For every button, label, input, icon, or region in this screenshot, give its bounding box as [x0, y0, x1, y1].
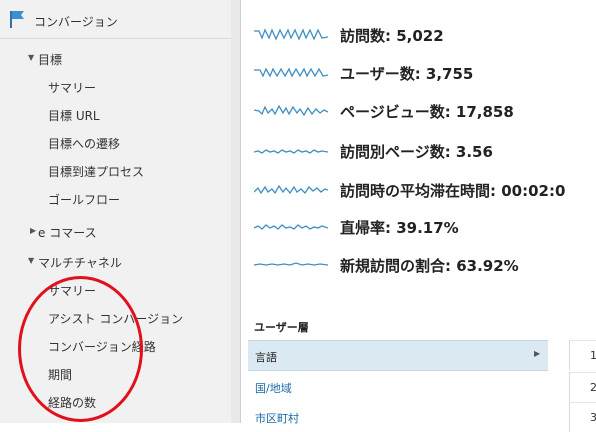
- sidebar-item-ecommerce[interactable]: e コマース: [38, 224, 97, 241]
- metric-users[interactable]: ユーザー数: 3,755: [241, 55, 596, 91]
- sidebar-item-multichannel[interactable]: マルチチャネル: [38, 254, 122, 271]
- sidebar-resize-gutter[interactable]: [231, 0, 241, 423]
- overview-panel: 訪問数: 5,022 ユーザー数: 3,755 ページビュー数: 17,858 …: [241, 0, 596, 432]
- sparkline-icon: [254, 104, 328, 117]
- table-cell-value: 2: [569, 372, 596, 402]
- metric-pageviews-label: ページビュー数: 17,858: [340, 103, 514, 121]
- metric-bounce-rate-label: 直帰率: 39.17%: [340, 219, 459, 237]
- metric-new-visits-label: 新規訪問の割合: 63.92%: [340, 257, 519, 275]
- table-cell-value: 3: [569, 402, 596, 432]
- flag-icon: [10, 11, 24, 28]
- metric-new-visits[interactable]: 新規訪問の割合: 63.92%: [241, 247, 596, 283]
- metric-avg-duration[interactable]: 訪問時の平均滞在時間: 00:02:0: [241, 172, 596, 208]
- table-cell-value: 1: [569, 340, 596, 370]
- segment-row-label: 言語: [255, 351, 277, 364]
- segment-row-language[interactable]: 言語 ▶: [248, 340, 548, 371]
- sidebar-item-goal-flow[interactable]: ゴールフロー: [48, 191, 120, 208]
- highlight-ellipse-annotation: [18, 276, 143, 422]
- metric-visits-label: 訪問数: 5,022: [340, 27, 444, 45]
- sparkline-icon: [254, 28, 328, 41]
- left-sidebar: コンバージョン ▼ 目標 サマリー 目標 URL 目標への遷移 目標到達プロセス…: [0, 0, 232, 423]
- sparkline-icon: [254, 149, 328, 154]
- segment-row-city[interactable]: 市区町村: [248, 402, 548, 431]
- expand-triangle-icon[interactable]: ▼: [28, 53, 34, 62]
- segment-row-country[interactable]: 国/地域: [248, 372, 548, 401]
- segment-row-label: 市区町村: [255, 412, 299, 425]
- demographics-heading: ユーザー層: [254, 321, 309, 334]
- chevron-right-icon: ▶: [534, 349, 541, 358]
- metric-users-label: ユーザー数: 3,755: [340, 65, 474, 83]
- sidebar-item-goal-url[interactable]: 目標 URL: [48, 107, 100, 124]
- segment-row-label: 国/地域: [255, 382, 292, 395]
- sparkline-icon: [254, 224, 328, 230]
- sidebar-conversion-label: コンバージョン: [34, 15, 118, 29]
- sidebar-item-goals[interactable]: 目標: [38, 51, 62, 68]
- collapsed-triangle-icon[interactable]: ▶: [30, 226, 36, 235]
- sidebar-conversion-header[interactable]: コンバージョン: [0, 0, 231, 39]
- sidebar-item-goals-summary[interactable]: サマリー: [48, 79, 96, 96]
- sparkline-icon: [254, 67, 328, 78]
- expand-triangle-icon[interactable]: ▼: [28, 256, 34, 265]
- sparkline-icon: [254, 262, 328, 266]
- sparkline-icon: [254, 184, 328, 195]
- sidebar-item-goal-funnel[interactable]: 目標到達プロセス: [48, 163, 144, 180]
- metric-avg-duration-label: 訪問時の平均滞在時間: 00:02:0: [340, 182, 566, 200]
- metric-visits[interactable]: 訪問数: 5,022: [241, 17, 596, 53]
- metric-pageviews[interactable]: ページビュー数: 17,858: [241, 93, 596, 129]
- sidebar-item-goal-transition[interactable]: 目標への遷移: [48, 135, 120, 152]
- metric-bounce-rate[interactable]: 直帰率: 39.17%: [241, 209, 596, 245]
- metric-pages-per-visit[interactable]: 訪問別ページ数: 3.56: [241, 133, 596, 169]
- metric-pages-per-visit-label: 訪問別ページ数: 3.56: [340, 143, 493, 161]
